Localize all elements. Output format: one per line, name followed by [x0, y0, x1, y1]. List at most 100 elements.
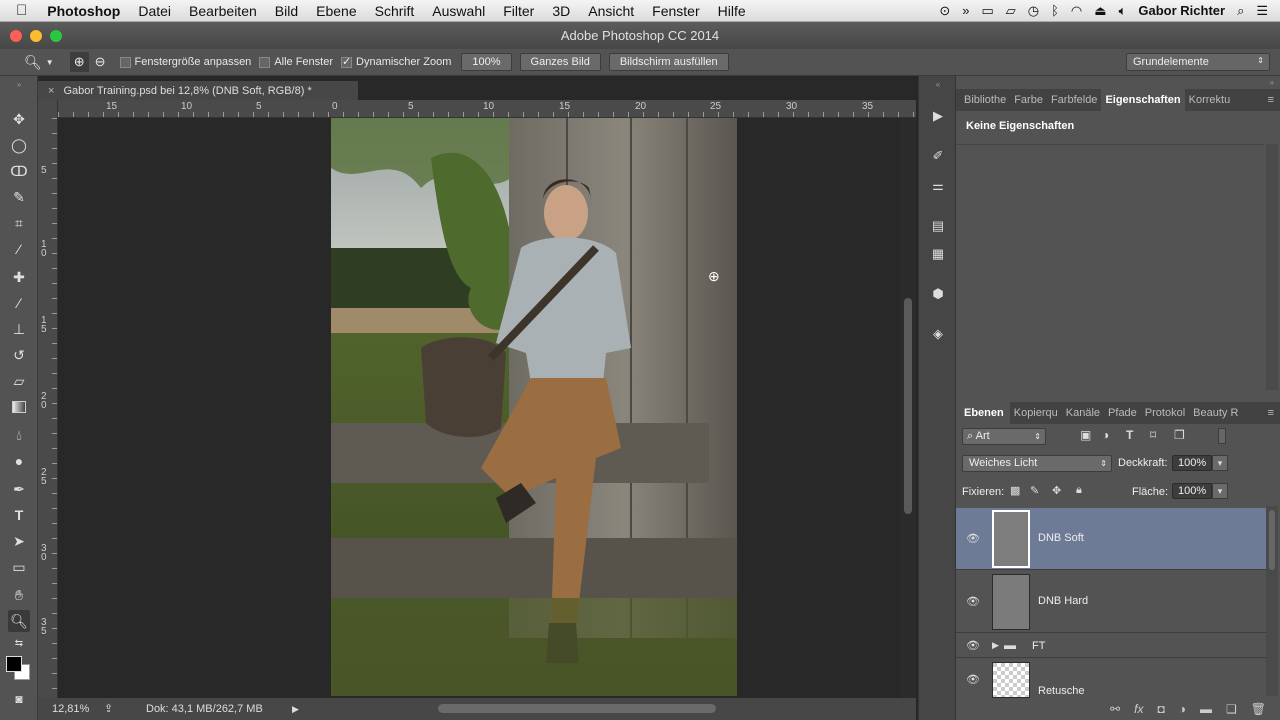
quick-selection-tool-icon[interactable]: ✎ — [8, 186, 30, 208]
layers-stack-icon[interactable]: ◈ — [928, 324, 948, 344]
filter-shape-icon[interactable]: ⌑ — [1150, 428, 1156, 442]
tab-farbfelder[interactable]: Farbfelde — [1047, 94, 1101, 106]
all-windows-option[interactable]: Alle Fenster — [259, 56, 333, 68]
foreground-color-swatch[interactable] — [6, 656, 22, 672]
swap-colors-icon[interactable]: ⇆ — [8, 636, 30, 650]
menu-filter[interactable]: Filter — [494, 0, 543, 22]
3d-panel-icon[interactable]: ⬢ — [928, 284, 948, 304]
collapse-panels-icon[interactable]: » — [1270, 78, 1274, 87]
eye-icon[interactable]: 👁︎ — [966, 673, 980, 686]
notifications-icon[interactable]: ☰ — [1256, 3, 1268, 19]
layer-thumbnail[interactable] — [992, 574, 1030, 630]
filter-type-icon[interactable]: T — [1126, 428, 1133, 442]
layer-filter-kind-select[interactable]: ⌕ Art ⇕ — [962, 428, 1046, 445]
add-mask-icon[interactable]: ◘ — [1158, 702, 1165, 716]
fit-window-option[interactable]: Fenstergröße anpassen — [119, 56, 251, 68]
link-layers-icon[interactable]: ⚯ — [1110, 702, 1120, 716]
menu-ebene[interactable]: Ebene — [307, 0, 365, 22]
collapse-strip-icon[interactable]: « — [928, 80, 948, 89]
minimize-window-button[interactable] — [30, 30, 42, 42]
workspace-select[interactable]: Grundelemente ⇕ — [1126, 53, 1270, 71]
type-tool-icon[interactable]: T — [8, 504, 30, 526]
layer-style-fx-icon[interactable]: fx — [1134, 702, 1143, 716]
delete-layer-icon[interactable]: 🗑︎ — [1251, 702, 1266, 716]
brush-tool-icon[interactable]: ∕ — [8, 292, 30, 314]
zoom-level[interactable]: 12,81% — [52, 698, 89, 720]
tab-bibliotheken[interactable]: Bibliothe — [956, 94, 1010, 106]
tab-kanaele[interactable]: Kanäle — [1062, 407, 1104, 419]
bluetooth-icon[interactable]: ᛒ — [1051, 3, 1059, 18]
filter-smart-object-icon[interactable]: ❐ — [1174, 428, 1185, 442]
zoom-out-icon[interactable]: ⊖ — [95, 54, 106, 70]
path-selection-tool-icon[interactable]: ➤ — [8, 530, 30, 552]
horizontal-scroll-thumb[interactable] — [438, 704, 716, 713]
history-brush-tool-icon[interactable]: ↺ — [8, 344, 30, 366]
dodge-tool-icon[interactable]: ● — [8, 450, 30, 472]
preset-dropdown-arrow-icon[interactable]: ▼ — [46, 58, 54, 67]
layer-name[interactable]: Retusche — [1038, 685, 1084, 697]
layer-group-row[interactable]: 👁︎ ▶ ▬ FT — [956, 634, 1266, 658]
speed-icon[interactable]: » — [962, 3, 969, 18]
status-menu-arrow-icon[interactable]: ▶ — [292, 698, 299, 720]
menu-fenster[interactable]: Fenster — [643, 0, 708, 22]
time-machine-icon[interactable]: ◷ — [1028, 3, 1039, 19]
layer-row[interactable]: 👁︎ DNB Soft — [956, 508, 1266, 570]
apple-icon[interactable]:  — [0, 2, 39, 19]
layer-thumbnail[interactable] — [992, 662, 1030, 698]
collapse-tools-icon[interactable]: » — [8, 80, 30, 89]
new-layer-icon[interactable]: ❏ — [1226, 702, 1237, 716]
fill-dropdown-icon[interactable]: ▾ — [1212, 483, 1228, 499]
filter-toggle-switch[interactable] — [1218, 428, 1226, 444]
vertical-scroll-thumb[interactable] — [904, 298, 912, 514]
fill-field[interactable]: 100% — [1172, 483, 1212, 499]
lock-image-icon[interactable]: ✎ — [1030, 484, 1039, 497]
battery-menu-icon[interactable]: ▭ — [981, 3, 993, 19]
expand-group-icon[interactable]: ▶ — [992, 640, 999, 651]
adjustments-panel-icon[interactable]: ⚌ — [928, 176, 948, 196]
layer-name[interactable]: FT — [1032, 640, 1045, 652]
menu-auswahl[interactable]: Auswahl — [423, 0, 494, 22]
dynamic-zoom-checkbox[interactable] — [341, 55, 353, 68]
tab-beauty-retusche[interactable]: Beauty R — [1189, 407, 1242, 419]
paragraph-panel-icon[interactable]: ▤ — [928, 216, 948, 236]
blur-tool-icon[interactable]: 💧︎ — [8, 424, 30, 446]
move-tool-icon[interactable]: ✥ — [8, 108, 30, 130]
user-name[interactable]: Gabor Richter — [1138, 3, 1225, 18]
lock-transparent-icon[interactable]: ▩ — [1010, 484, 1020, 497]
actions-panel-icon[interactable]: ▶ — [928, 106, 948, 126]
menu-3d[interactable]: 3D — [543, 0, 579, 22]
dynamic-zoom-option[interactable]: Dynamischer Zoom — [341, 55, 451, 68]
spotlight-icon[interactable]: ⌕ — [1237, 3, 1244, 19]
zoom-tool-icon[interactable]: 🔍︎ — [8, 610, 30, 632]
ellipse-marquee-tool-icon[interactable]: ◯ — [8, 134, 30, 156]
zoom-window-button[interactable] — [50, 30, 62, 42]
record-icon[interactable]: ⊙ — [939, 3, 950, 19]
opacity-field[interactable]: 100% — [1172, 455, 1212, 471]
all-windows-checkbox[interactable] — [259, 56, 271, 68]
lasso-tool-icon[interactable]: ↀ — [8, 160, 30, 182]
volume-icon[interactable]: 🔈︎ — [1119, 3, 1127, 19]
eraser-tool-icon[interactable]: ▱ — [8, 370, 30, 392]
eye-icon[interactable]: 👁︎ — [966, 532, 980, 545]
tab-korrekturen[interactable]: Korrektu — [1185, 94, 1235, 106]
menu-bild[interactable]: Bild — [266, 0, 307, 22]
layer-row[interactable]: 👁︎ DNB Hard — [956, 571, 1266, 633]
pen-tool-icon[interactable]: ✒ — [8, 478, 30, 500]
layer-thumbnail[interactable] — [992, 510, 1030, 568]
share-icon[interactable]: ⇪ — [104, 698, 113, 720]
brush-presets-icon[interactable]: ✐ — [928, 146, 948, 166]
eject-icon[interactable]: ⏏ — [1094, 3, 1106, 19]
notes-panel-icon[interactable]: ▦ — [928, 244, 948, 264]
menu-bearbeiten[interactable]: Bearbeiten — [180, 0, 266, 22]
wifi-icon[interactable]: ◠ — [1071, 3, 1082, 19]
fit-window-checkbox[interactable] — [119, 56, 131, 68]
tab-protokoll[interactable]: Protokol — [1141, 407, 1189, 419]
filter-pixel-icon[interactable]: ▣ — [1080, 428, 1091, 442]
healing-brush-tool-icon[interactable]: ✚ — [8, 266, 30, 288]
menu-ansicht[interactable]: Ansicht — [579, 0, 643, 22]
quick-mask-icon[interactable]: ◙ — [8, 688, 30, 710]
close-window-button[interactable] — [10, 30, 22, 42]
blend-mode-select[interactable]: Weiches Licht ⇕ — [962, 455, 1112, 472]
close-document-icon[interactable]: × — [48, 85, 54, 97]
tab-ebenen[interactable]: Ebenen — [956, 402, 1010, 424]
